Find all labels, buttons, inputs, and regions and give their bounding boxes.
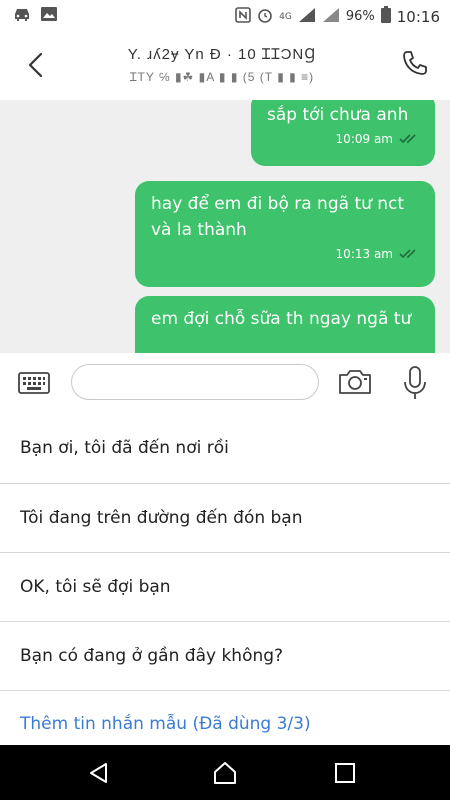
keyboard-icon [18, 372, 50, 394]
chat-area[interactable]: sắp tới chưa anh 10:09 am hay để em đi b… [0, 100, 450, 353]
nav-home-button[interactable] [210, 758, 240, 788]
signal-icon-2 [322, 7, 340, 27]
message-bubble[interactable]: hay để em đi bộ ra ngã tư nct và la thàn… [135, 181, 435, 287]
quick-reply-item[interactable]: Bạn có đang ở gần đây không? [0, 621, 450, 690]
message-text: hay để em đi bộ ra ngã tư nct và la thàn… [151, 194, 405, 240]
nav-recents-button[interactable] [330, 758, 360, 788]
system-nav-bar [0, 745, 450, 800]
camera-icon [339, 370, 371, 394]
message-composer [0, 353, 450, 413]
network-label: 4G [279, 11, 292, 22]
chat-title: Y. ɹʎ2ɏ Yn Đ · 10 ꞮꞮƆNꞬ [127, 46, 317, 63]
quick-reply-list: Bạn ơi, tôi đã đến nơi rồi Tôi đang trên… [0, 413, 450, 756]
quick-reply-item[interactable]: Bạn ơi, tôi đã đến nơi rồi [0, 413, 450, 483]
back-arrow-icon [28, 52, 43, 78]
keyboard-button[interactable] [18, 370, 50, 396]
read-check-icon [399, 134, 416, 144]
nav-back-icon [90, 763, 107, 783]
image-icon [40, 6, 58, 26]
chat-subtitle: ꞮTY ℅ ▮☘ ▮A ▮ ▮ (5 (T ▮ ▮ ≡) [129, 70, 315, 84]
quick-reply-item[interactable]: Tôi đang trên đường đến đón bạn [0, 483, 450, 552]
message-bubble[interactable]: em đợi chỗ sữa th ngay ngã tư [135, 296, 435, 353]
nav-recents-icon [335, 763, 355, 783]
message-text: sắp tới chưa anh [267, 105, 409, 125]
quick-reply-item[interactable]: OK, tôi sẽ đợi bạn [0, 552, 450, 621]
nav-home-icon [214, 762, 236, 784]
car-icon [12, 6, 32, 26]
microphone-button[interactable] [402, 365, 428, 401]
chat-header: Y. ɹʎ2ɏ Yn Đ · 10 ꞮꞮƆNꞬ ꞮTY ℅ ▮☘ ▮A ▮ ▮ … [0, 30, 450, 100]
message-time: 10:13 am [335, 247, 393, 261]
alarm-icon [257, 7, 273, 27]
back-button[interactable] [18, 48, 52, 82]
status-bar: 4G 96% 10:16 [0, 0, 450, 30]
microphone-icon [404, 366, 426, 399]
message-text: em đợi chỗ sữa th ngay ngã tư [151, 309, 412, 329]
signal-icon [298, 7, 316, 27]
phone-icon [403, 51, 427, 75]
camera-button[interactable] [338, 367, 372, 397]
battery-icon [380, 6, 391, 27]
message-bubble[interactable]: sắp tới chưa anh 10:09 am [251, 100, 435, 166]
read-check-icon [399, 249, 416, 259]
status-time: 10:16 [396, 7, 440, 26]
message-input[interactable] [71, 364, 319, 400]
nav-back-button[interactable] [84, 758, 114, 788]
nfc-icon [235, 6, 251, 27]
call-button[interactable] [398, 46, 432, 80]
battery-percent: 96% [345, 9, 375, 24]
message-time: 10:09 am [335, 132, 393, 146]
